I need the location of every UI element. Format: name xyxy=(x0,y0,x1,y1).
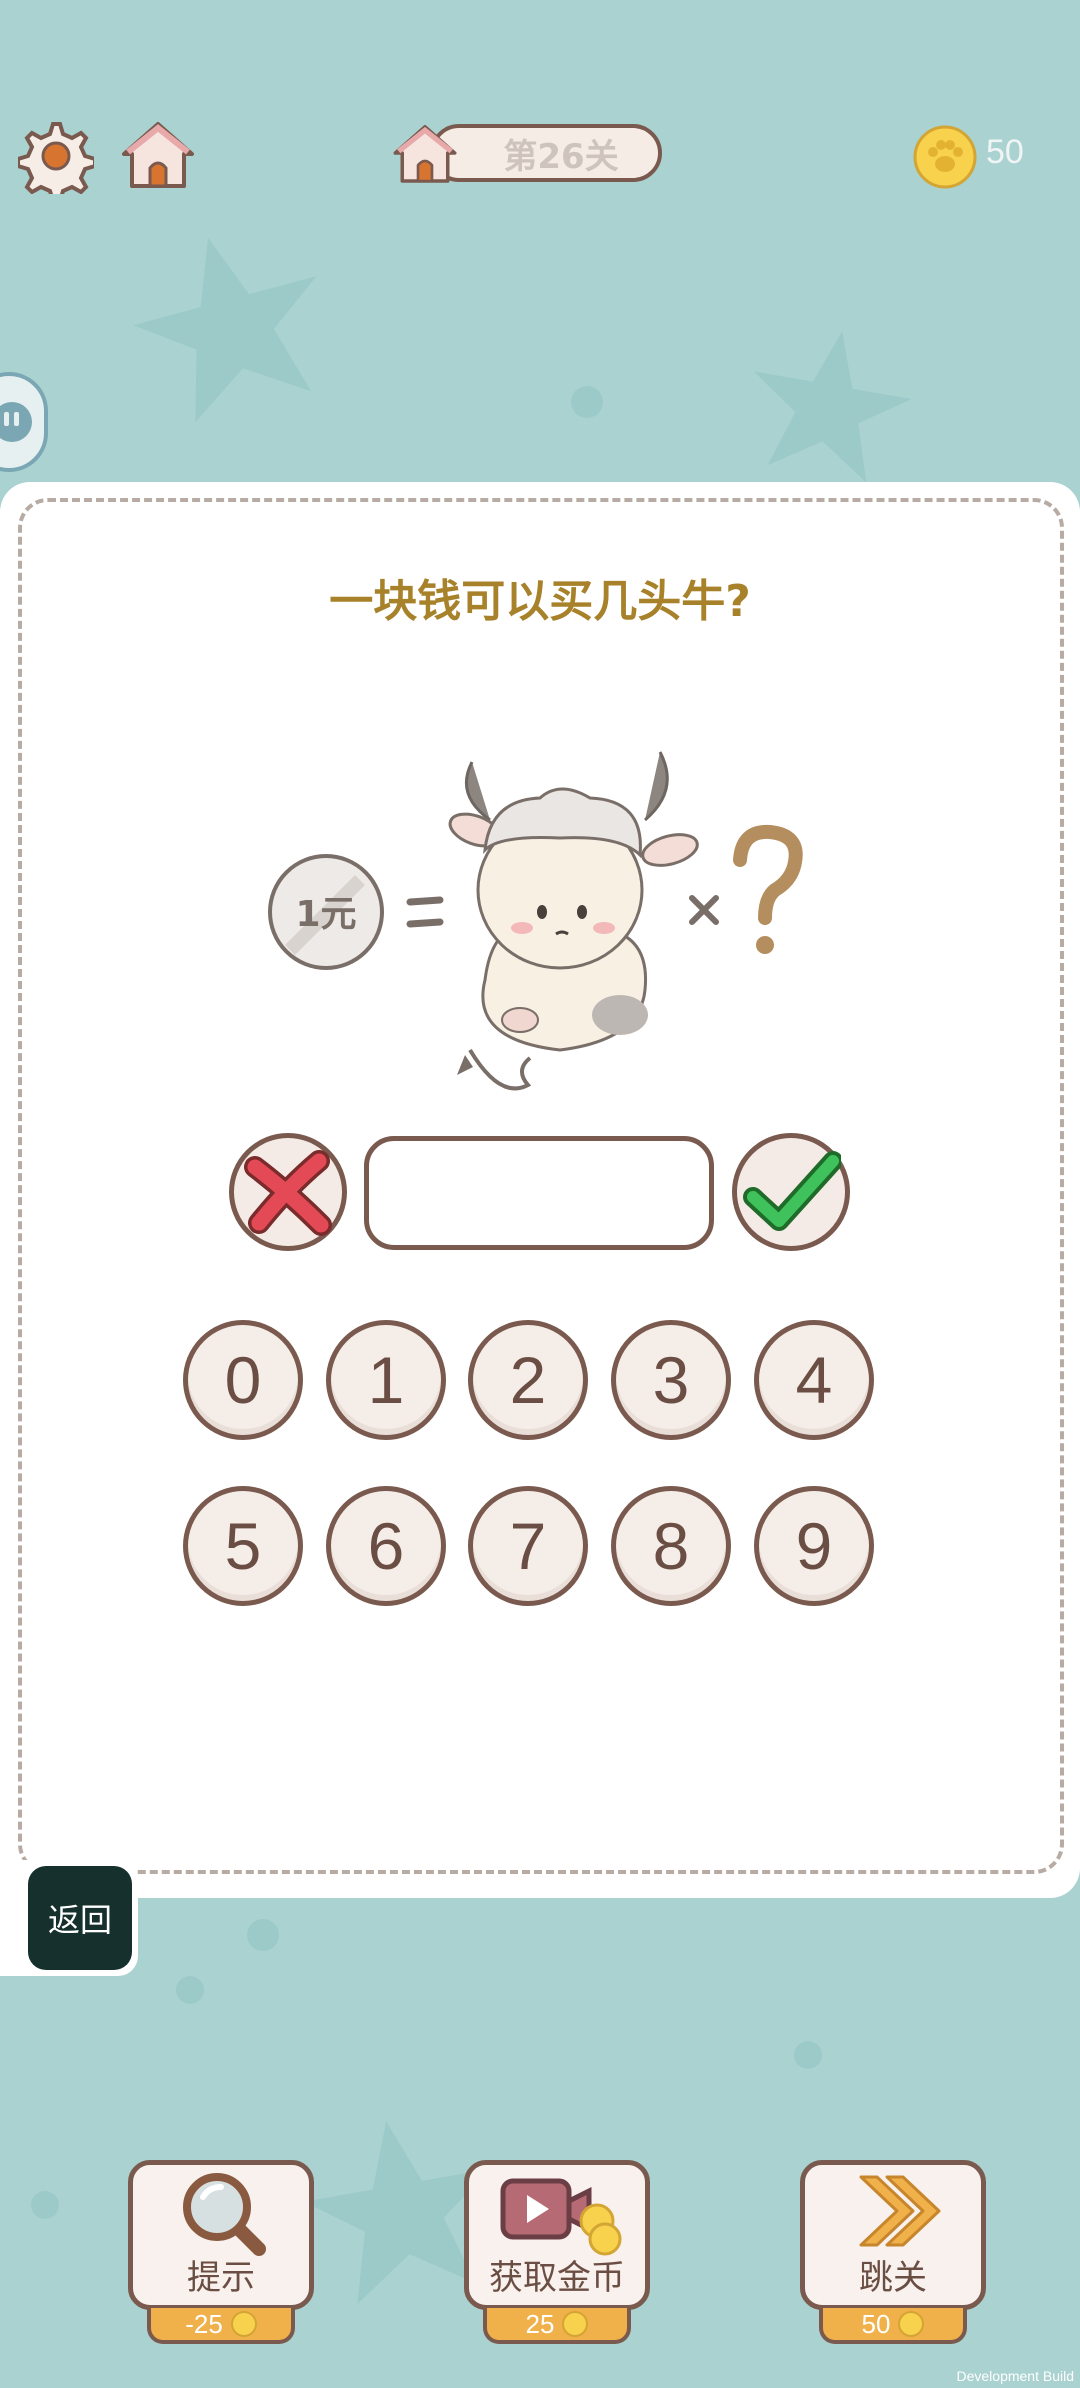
video-coin-icon xyxy=(500,2178,622,2256)
key-label: 3 xyxy=(652,1343,690,1417)
coin-count: 50 xyxy=(986,133,1024,171)
key-label: 8 xyxy=(652,1509,690,1583)
gear-icon xyxy=(18,122,94,194)
get-coins-label: 获取金币 xyxy=(489,2258,625,2298)
key-label: 6 xyxy=(367,1509,405,1583)
question-mark-icon xyxy=(733,824,803,954)
key-2[interactable]: 2 xyxy=(468,1320,588,1440)
key-9[interactable]: 9 xyxy=(754,1486,874,1606)
skip-cost: 50 xyxy=(819,2308,967,2344)
floating-assistant-handle[interactable] xyxy=(0,372,48,472)
key-0[interactable]: 0 xyxy=(183,1320,303,1440)
level-house-badge xyxy=(390,118,460,188)
level-label: 第26关 xyxy=(503,136,619,177)
key-6[interactable]: 6 xyxy=(326,1486,446,1606)
key-label: 2 xyxy=(509,1343,547,1417)
home-button[interactable] xyxy=(118,116,198,192)
level-indicator: 第26关 xyxy=(430,124,662,182)
clear-button[interactable] xyxy=(229,1133,347,1251)
key-label: 0 xyxy=(224,1343,262,1417)
hint-label: 提示 xyxy=(187,2258,255,2298)
key-label: 9 xyxy=(795,1509,833,1583)
coin-icon xyxy=(562,2311,589,2337)
dot-decoration xyxy=(571,386,603,418)
dot-decoration xyxy=(176,1976,204,2004)
puzzle-illustration: 1元 xyxy=(268,751,803,1091)
key-label: 7 xyxy=(509,1509,547,1583)
star-decoration xyxy=(753,331,912,483)
key-3[interactable]: 3 xyxy=(611,1320,731,1440)
get-coins-reward: 25 xyxy=(483,2308,631,2344)
back-label: 返回 xyxy=(47,1901,112,1939)
development-build-label: Development Build xyxy=(956,2368,1074,2384)
hint-button[interactable]: 提示 xyxy=(128,2160,314,2310)
star-decoration xyxy=(133,237,317,423)
key-1[interactable]: 1 xyxy=(326,1320,446,1440)
cow-illustration xyxy=(448,751,699,1091)
magnifier-icon xyxy=(183,2173,266,2256)
confirm-button[interactable] xyxy=(732,1133,850,1251)
key-label: 4 xyxy=(795,1343,833,1417)
cross-icon xyxy=(244,1150,332,1236)
skip-level-button[interactable]: 跳关 xyxy=(800,2160,986,2310)
back-button[interactable]: 返回 xyxy=(28,1866,132,1970)
house-icon xyxy=(122,122,194,188)
dot-decoration xyxy=(794,2041,822,2069)
hint-cost-value: -25 xyxy=(185,2308,223,2339)
key-label: 1 xyxy=(367,1343,405,1417)
skip-label: 跳关 xyxy=(859,2258,927,2298)
dot-decoration xyxy=(247,1919,279,1951)
house-icon xyxy=(393,125,457,183)
key-8[interactable]: 8 xyxy=(611,1486,731,1606)
key-7[interactable]: 7 xyxy=(468,1486,588,1606)
coin-icon xyxy=(230,2311,257,2337)
question-text: 一块钱可以买几头牛? xyxy=(329,576,751,627)
get-coins-value: 25 xyxy=(525,2308,555,2339)
equals-sign xyxy=(406,896,444,928)
get-coins-button[interactable]: 获取金币 xyxy=(464,2160,650,2310)
key-label: 5 xyxy=(224,1509,262,1583)
answer-input[interactable] xyxy=(364,1136,714,1250)
dot-decoration xyxy=(31,2191,59,2219)
multiply-sign xyxy=(689,895,719,925)
coin-icon xyxy=(898,2311,925,2337)
key-5[interactable]: 5 xyxy=(183,1486,303,1606)
skip-cost-value: 50 xyxy=(861,2308,891,2339)
key-4[interactable]: 4 xyxy=(754,1320,874,1440)
coin-balance xyxy=(912,124,978,190)
face-icon xyxy=(0,402,32,442)
paw-coin-icon xyxy=(913,125,977,189)
hint-cost: -25 xyxy=(147,2308,295,2344)
coin-label: 1元 xyxy=(295,894,356,935)
fast-forward-icon xyxy=(859,2175,941,2247)
check-icon xyxy=(743,1151,841,1231)
settings-button[interactable] xyxy=(18,118,94,194)
